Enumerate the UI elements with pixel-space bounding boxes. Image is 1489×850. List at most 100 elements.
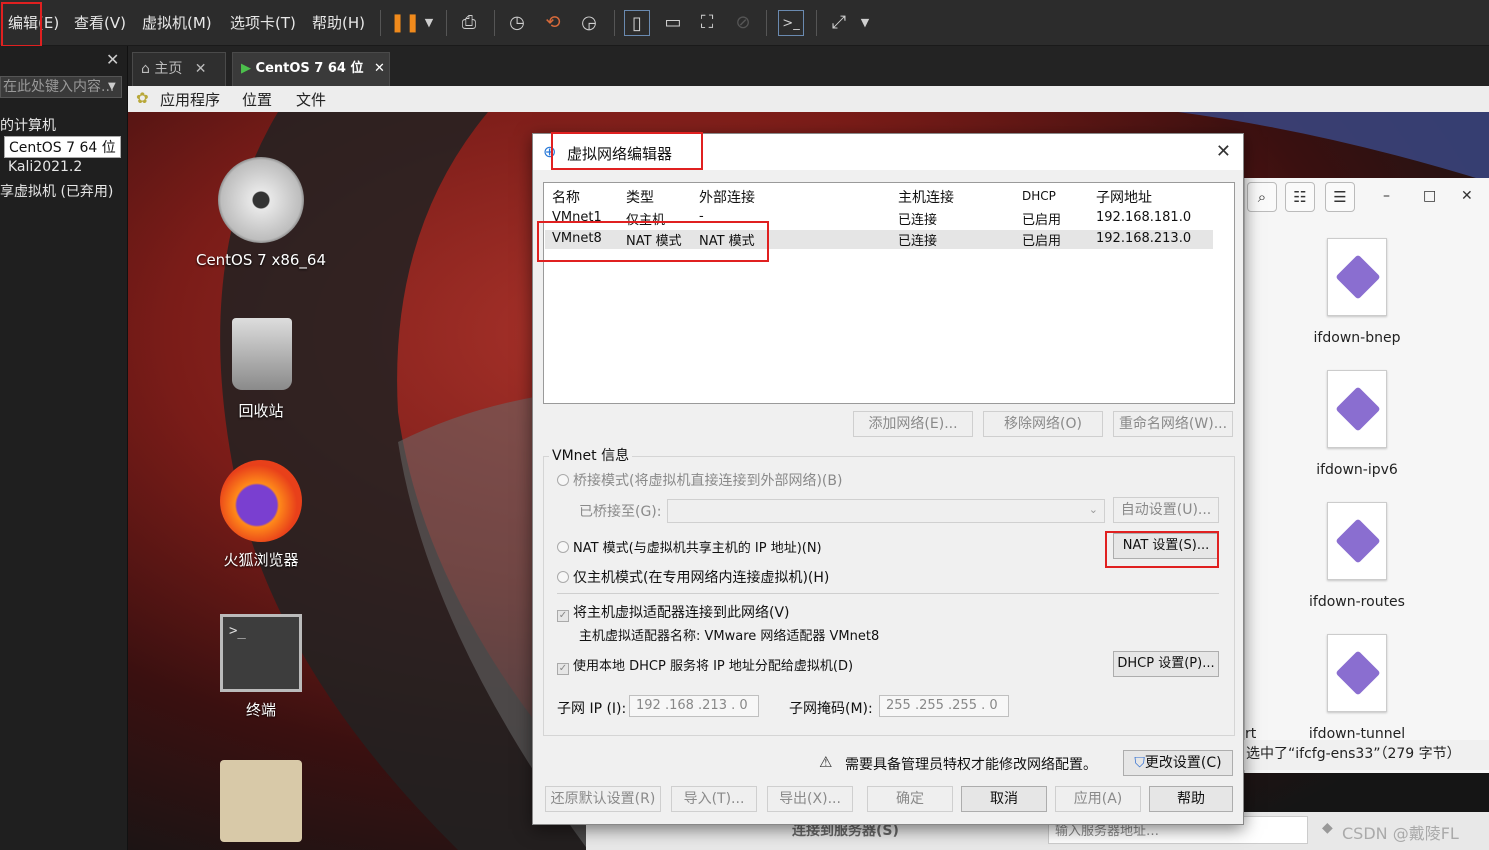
subnet-mask-label: 子网掩码(M): xyxy=(789,701,873,717)
file-icon[interactable] xyxy=(1327,370,1387,448)
use-dhcp-label: 使用本地 DHCP 服务将 IP 地址分配给虚拟机(D) xyxy=(573,659,854,674)
ok-button[interactable]: 确定 xyxy=(867,786,953,812)
column-header[interactable]: 主机连接 xyxy=(898,187,954,207)
toolbar-divider xyxy=(816,10,817,36)
tab-label: CentOS 7 64 位 xyxy=(255,61,364,76)
menu-help[interactable]: 帮助(H) xyxy=(312,12,365,33)
subnet-ip-label: 子网 IP (I): xyxy=(557,701,627,717)
help-button[interactable]: 帮助 xyxy=(1149,786,1233,812)
minimize-icon[interactable]: – xyxy=(1383,188,1390,204)
change-settings-button[interactable]: ⛉更改设置(C) xyxy=(1123,750,1233,776)
home-folder-icon[interactable] xyxy=(220,760,302,842)
tab-centos[interactable]: ▶ CentOS 7 64 位 ✕ xyxy=(232,52,390,86)
restore-defaults-button[interactable]: 还原默认设置(R) xyxy=(545,786,661,812)
trash-icon[interactable] xyxy=(232,318,292,390)
column-header[interactable]: 名称 xyxy=(552,187,580,207)
unity-icon[interactable]: ⊘ xyxy=(730,10,756,36)
maximize-icon[interactable]: □ xyxy=(1423,188,1436,204)
desktop-icon-label: 火狐浏览器 xyxy=(223,551,299,569)
dialog-title-bar: ⊕ 虚拟网络编辑器 ✕ xyxy=(533,134,1243,170)
network-list[interactable]: 名称 类型 外部连接 主机连接 DHCP 子网地址 VMnet1 仅主机 - 已… xyxy=(543,182,1235,404)
tab-home[interactable]: ⌂ 主页 ✕ xyxy=(132,52,226,86)
cancel-button[interactable]: 取消 xyxy=(961,786,1047,812)
cell: 已启用 xyxy=(1022,234,1062,249)
checkbox-icon: ✓ xyxy=(557,610,569,622)
disc-icon[interactable] xyxy=(218,157,304,243)
radio-icon xyxy=(557,541,569,553)
applications-icon: ✿ xyxy=(136,89,149,107)
column-header[interactable]: DHCP xyxy=(1022,189,1056,203)
terminal-icon[interactable]: >_ xyxy=(220,614,302,692)
menu-view[interactable]: 查看(V) xyxy=(74,12,126,33)
close-icon[interactable]: ✕ xyxy=(374,61,385,76)
export-button[interactable]: 导出(X)... xyxy=(767,786,853,812)
close-icon[interactable]: ✕ xyxy=(106,50,119,69)
close-icon[interactable]: ✕ xyxy=(1216,141,1231,162)
library-view-icon[interactable]: ▯ xyxy=(624,10,650,36)
library-item-shared-vms[interactable]: 享虚拟机 (已弃用) xyxy=(0,181,113,201)
bridged-to-label: 已桥接至(G): xyxy=(579,504,662,520)
host-only-radio[interactable]: 仅主机模式(在专用网络内连接虚拟机)(H) xyxy=(557,567,829,587)
column-header[interactable]: 类型 xyxy=(626,187,654,207)
bridge-mode-radio[interactable]: 桥接模式(将虚拟机直接连接到外部网络)(B) xyxy=(557,470,842,490)
menu-tabs[interactable]: 选项卡(T) xyxy=(230,12,296,33)
library-panel: ✕ 在此处键入内容... ▼ 的计算机 CentOS 7 64 位 Kali20… xyxy=(0,46,128,850)
menu-places[interactable]: 位置 xyxy=(242,89,272,110)
snapshot-icon[interactable]: ◷ xyxy=(504,10,530,36)
file-icon[interactable] xyxy=(1327,502,1387,580)
terminal-icon[interactable]: >_ xyxy=(778,10,804,36)
checkbox-icon: ✓ xyxy=(557,663,569,675)
stretch-icon[interactable]: ⤢ xyxy=(826,10,852,36)
toolbar-divider xyxy=(446,10,447,36)
connect-adapter-checkbox[interactable]: ✓ 将主机虚拟适配器连接到此网络(V) xyxy=(557,602,790,622)
menu-applications[interactable]: 应用程序 xyxy=(160,89,220,110)
bridged-adapter-select[interactable]: ⌄ xyxy=(667,499,1105,523)
column-header[interactable]: 子网地址 xyxy=(1096,187,1152,207)
toolbar-divider xyxy=(614,10,615,36)
console-view-icon[interactable]: ▭ xyxy=(660,10,686,36)
nat-settings-button[interactable]: NAT 设置(S)... xyxy=(1113,533,1219,559)
help-icon[interactable]: ◆ xyxy=(1322,820,1333,836)
tab-label: 主页 xyxy=(154,61,183,77)
library-item-my-computer[interactable]: 的计算机 xyxy=(0,115,56,135)
snapshot-manager-icon[interactable]: ◶ xyxy=(576,10,602,36)
tab-bar: ⌂ 主页 ✕ ▶ CentOS 7 64 位 ✕ xyxy=(128,46,1489,86)
send-keys-icon[interactable]: ⎙ xyxy=(456,10,482,36)
pause-icon[interactable]: ❚❚ xyxy=(390,10,420,36)
menu-icon[interactable]: ☰ xyxy=(1325,182,1355,212)
close-icon[interactable]: ✕ xyxy=(195,61,207,77)
rename-network-button[interactable]: 重命名网络(W)... xyxy=(1113,411,1233,437)
chevron-down-icon[interactable]: ▼ xyxy=(108,81,116,92)
library-item-kali[interactable]: Kali2021.2 xyxy=(8,159,82,175)
firefox-icon[interactable] xyxy=(220,460,302,542)
menu-edit[interactable]: 编辑(E) xyxy=(8,12,59,33)
apply-button[interactable]: 应用(A) xyxy=(1055,786,1141,812)
view-options-icon[interactable]: ☷ xyxy=(1285,182,1315,212)
nat-mode-radio[interactable]: NAT 模式(与虚拟机共享主机的 IP 地址)(N) xyxy=(557,537,822,556)
cell: 192.168.213.0 xyxy=(1096,231,1192,246)
fullscreen-icon[interactable]: ⛶ xyxy=(694,10,720,36)
search-icon[interactable]: ⌕ xyxy=(1247,182,1277,212)
remove-network-button[interactable]: 移除网络(O) xyxy=(983,411,1103,437)
column-header[interactable]: 外部连接 xyxy=(699,187,755,207)
menu-files[interactable]: 文件 xyxy=(296,89,326,110)
subnet-mask-input[interactable]: 255 .255 .255 . 0 xyxy=(879,695,1009,717)
menu-vm[interactable]: 虚拟机(M) xyxy=(142,12,212,33)
cell: - xyxy=(699,209,704,224)
revert-snapshot-icon[interactable]: ⟲ xyxy=(540,10,566,36)
auto-settings-button[interactable]: 自动设置(U)... xyxy=(1113,497,1219,523)
warning-icon: ⚠ xyxy=(819,753,833,771)
dhcp-settings-button[interactable]: DHCP 设置(P)... xyxy=(1113,651,1219,677)
add-network-button[interactable]: 添加网络(E)... xyxy=(853,411,973,437)
chevron-down-icon[interactable]: ▼ xyxy=(852,10,878,36)
import-button[interactable]: 导入(T)... xyxy=(671,786,757,812)
use-dhcp-checkbox[interactable]: ✓ 使用本地 DHCP 服务将 IP 地址分配给虚拟机(D) xyxy=(557,655,853,675)
subnet-ip-input[interactable]: 192 .168 .213 . 0 xyxy=(629,695,759,717)
toolbar-divider xyxy=(494,10,495,36)
library-search-input[interactable]: 在此处键入内容... xyxy=(0,76,122,98)
close-icon[interactable]: ✕ xyxy=(1461,188,1473,204)
file-icon[interactable] xyxy=(1327,238,1387,316)
chevron-down-icon[interactable]: ▼ xyxy=(416,10,442,36)
file-icon[interactable] xyxy=(1327,634,1387,712)
library-item-centos[interactable]: CentOS 7 64 位 xyxy=(4,136,121,158)
